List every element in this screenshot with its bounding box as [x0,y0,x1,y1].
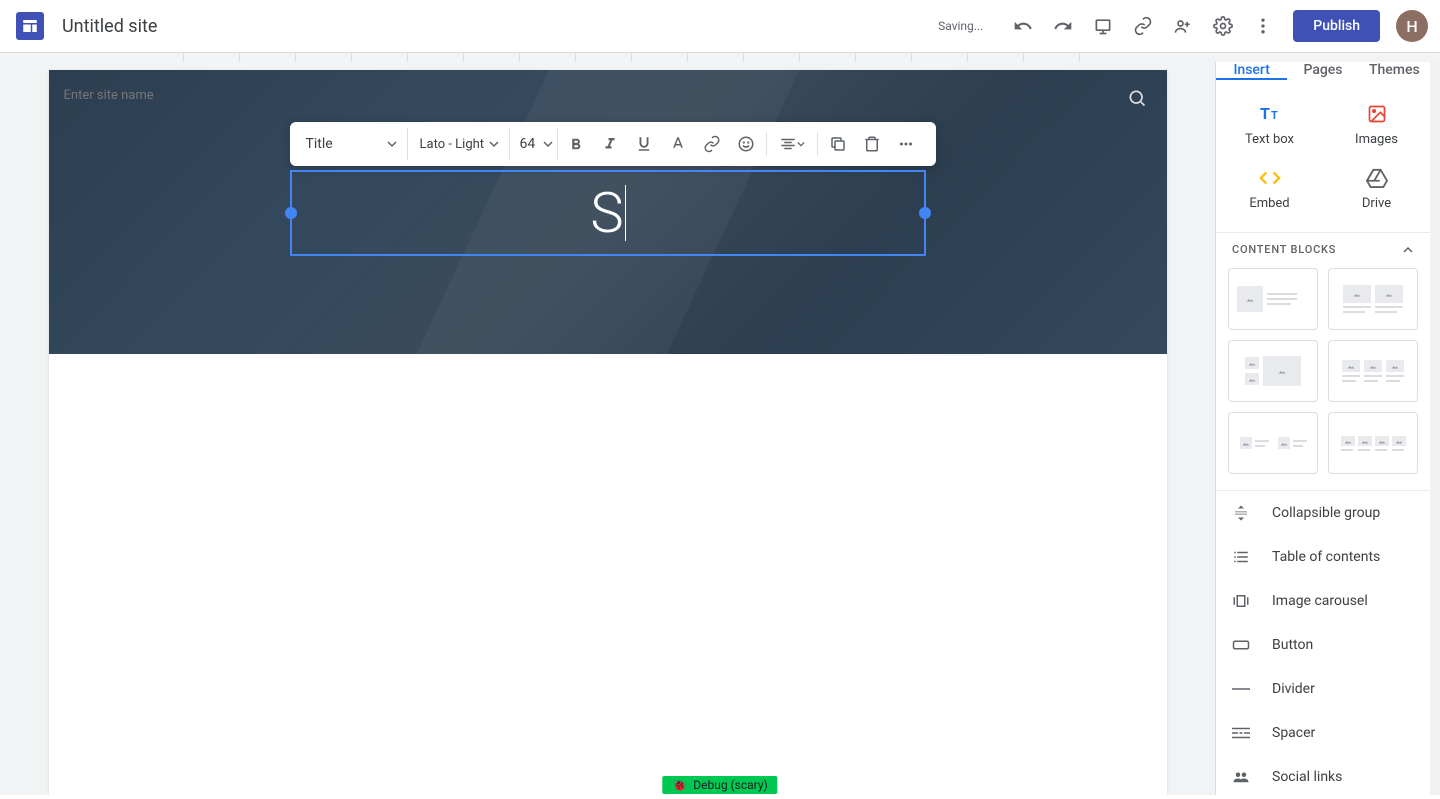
text-format-toolbar: Title Lato - Light 64 [290,122,936,166]
content-blocks-grid [1216,264,1430,490]
insert-label: Images [1355,132,1398,147]
ruler [0,53,1440,62]
emoji-button[interactable] [730,128,762,160]
insert-images[interactable]: Images [1323,92,1430,156]
block-two-images[interactable] [1328,268,1418,330]
insert-label: Embed [1249,196,1289,211]
title-text[interactable]: S [590,180,624,246]
insert-embed[interactable]: Embed [1216,156,1323,220]
delete-button[interactable] [856,128,888,160]
align-button[interactable] [771,128,813,160]
svg-text:T: T [1260,104,1270,123]
chevron-up-icon [1402,244,1414,256]
document-title[interactable]: Untitled site [62,16,157,37]
insert-social-links[interactable]: Social links [1216,755,1430,799]
insert-spacer[interactable]: Spacer [1216,711,1430,755]
social-icon [1232,770,1252,784]
font-size-select[interactable]: 64 [512,128,558,160]
insert-collapsible-group[interactable]: Collapsible group [1216,491,1430,535]
tab-themes[interactable]: Themes [1359,62,1430,80]
site-name-input[interactable] [64,88,230,103]
text-color-button[interactable] [662,128,694,160]
block-three-cols[interactable] [1328,340,1418,402]
preview-button[interactable] [1083,6,1123,46]
undo-button[interactable] [1003,6,1043,46]
spacer-icon [1232,727,1252,739]
copy-link-button[interactable] [1123,6,1163,46]
italic-button[interactable] [594,128,626,160]
button-icon [1232,639,1252,651]
block-image-text[interactable] [1228,268,1318,330]
saving-status: Saving... [938,19,983,33]
insert-button[interactable]: Button [1216,623,1430,667]
scrollbar[interactable] [1430,62,1440,795]
toc-icon [1232,548,1252,566]
tab-pages[interactable]: Pages [1287,62,1358,80]
chevron-down-icon [489,139,499,149]
underline-button[interactable] [628,128,660,160]
svg-text:T: T [1271,109,1278,122]
page-canvas[interactable]: Title Lato - Light 64 [49,70,1167,795]
title-text-box[interactable]: S [290,170,926,256]
insert-toc[interactable]: Table of contents [1216,535,1430,579]
redo-button[interactable] [1043,6,1083,46]
font-family-value: Lato - Light [420,137,485,152]
top-bar: Untitled site Saving... Publish H [0,0,1440,53]
settings-button[interactable] [1203,6,1243,46]
chevron-down-icon [387,139,397,149]
resize-handle-right[interactable] [919,207,931,219]
collapsible-icon [1232,504,1252,522]
embed-icon [1258,166,1282,190]
sidebar-tabs: Insert Pages Themes [1216,62,1430,80]
drive-icon [1365,166,1389,190]
right-sidebar: Insert Pages Themes TT Text box Images E… [1215,62,1430,795]
insert-drive[interactable]: Drive [1323,156,1430,220]
publish-button[interactable]: Publish [1293,10,1380,42]
share-button[interactable] [1163,6,1203,46]
block-four-small[interactable] [1328,412,1418,474]
text-style-value: Title [306,136,333,152]
tab-insert[interactable]: Insert [1216,62,1287,80]
content-blocks-header[interactable]: CONTENT BLOCKS [1216,232,1430,264]
account-avatar[interactable]: H [1396,10,1428,42]
font-family-select[interactable]: Lato - Light [410,128,510,160]
bold-button[interactable] [560,128,592,160]
duplicate-button[interactable] [822,128,854,160]
insert-divider[interactable]: Divider [1216,667,1430,711]
more-format-button[interactable] [890,128,922,160]
search-icon[interactable] [1123,84,1151,112]
chevron-down-icon [543,139,553,149]
text-cursor [625,185,626,241]
images-icon [1365,102,1389,126]
debug-pill[interactable]: 🐞 Debug (scary) [662,776,777,794]
insert-label: Text box [1245,132,1294,147]
app-logo[interactable] [16,12,44,40]
resize-handle-left[interactable] [285,207,297,219]
insert-link-button[interactable] [696,128,728,160]
hero-section[interactable]: Title Lato - Light 64 [49,70,1167,354]
carousel-icon [1232,592,1252,610]
bug-icon: 🐞 [672,778,687,792]
insert-components-list: Collapsible group Table of contents Imag… [1216,490,1430,799]
insert-label: Drive [1362,196,1391,211]
divider-icon [1232,687,1252,691]
block-two-feature[interactable] [1228,412,1318,474]
insert-carousel[interactable]: Image carousel [1216,579,1430,623]
insert-text-box[interactable]: TT Text box [1216,92,1323,156]
text-box-icon: TT [1258,102,1282,126]
block-gallery[interactable] [1228,340,1318,402]
font-size-value: 64 [520,136,536,152]
more-button[interactable] [1243,6,1283,46]
text-style-select[interactable]: Title [296,128,408,160]
canvas-area: Title Lato - Light 64 [0,62,1215,795]
